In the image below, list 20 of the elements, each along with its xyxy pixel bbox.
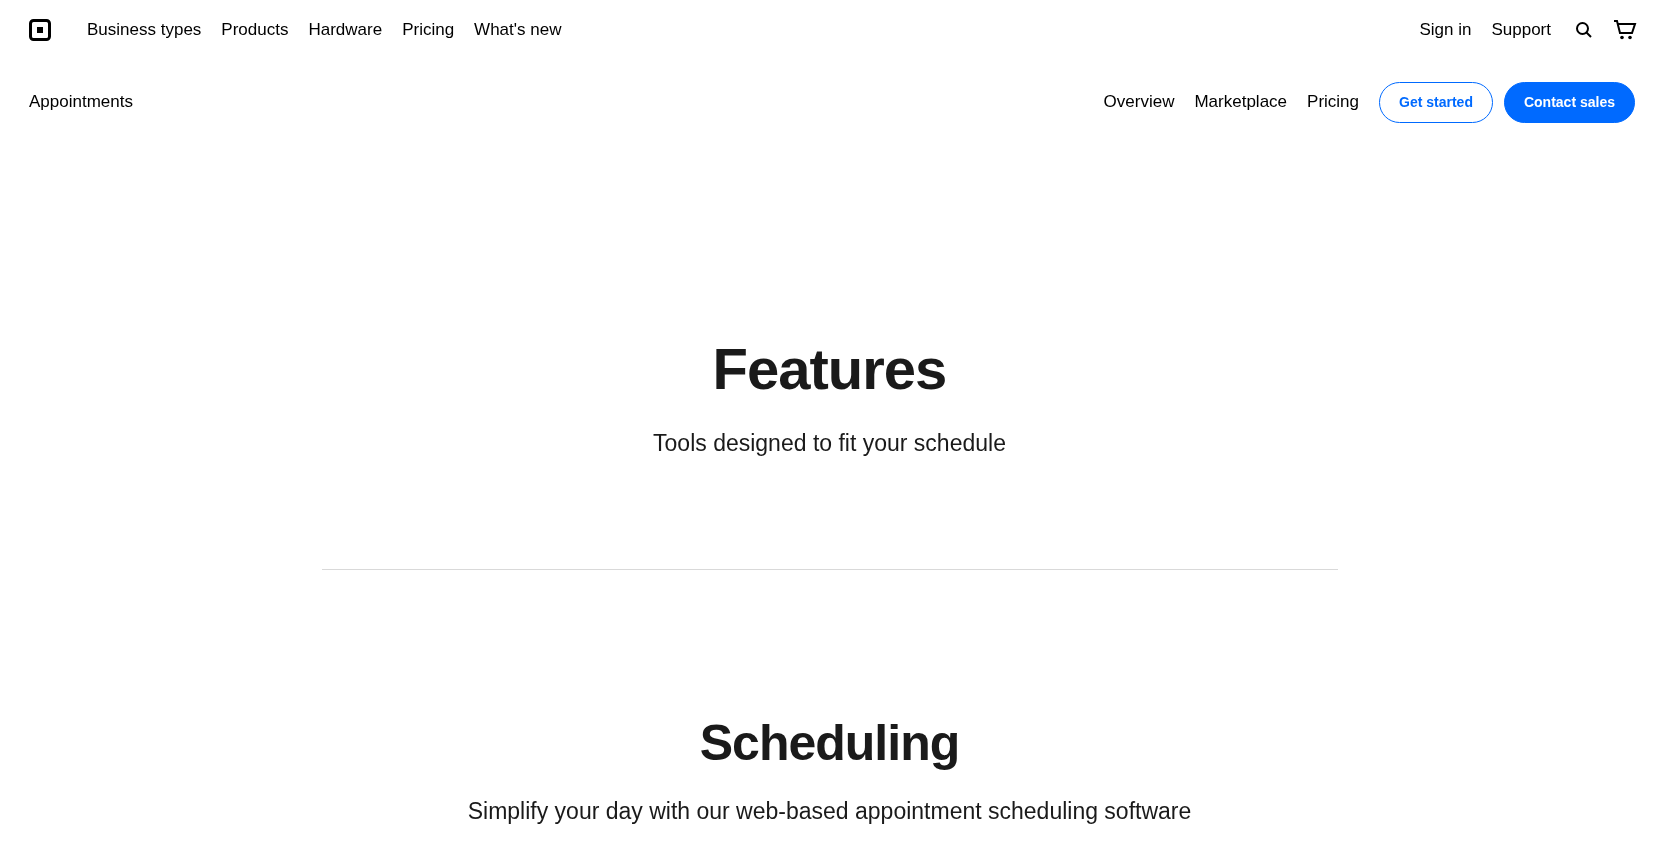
get-started-button[interactable]: Get started [1379,81,1493,123]
section-title: Appointments [29,91,133,114]
nav-link[interactable]: Support [1491,17,1551,43]
cart-icon[interactable] [1613,19,1637,41]
section-subheading: Simplify your day with our web-based appointment scheduling software [467,796,1192,826]
nav-link[interactable]: Hardware [308,17,383,43]
nav-link[interactable]: Pricing [402,17,455,43]
nav-link[interactable]: Marketplace [1194,89,1288,115]
nav-link[interactable]: What's new [474,17,562,43]
logo-icon[interactable] [29,19,51,41]
nav-link[interactable]: Overview [1103,89,1175,115]
nav-link[interactable]: Sign in [1419,17,1472,43]
section-subheading: Tools designed to fit your schedule [653,429,1006,458]
nav-link[interactable]: Products [221,17,289,43]
contact-sales-button[interactable]: Contact sales [1503,81,1635,123]
section-heading: Scheduling [699,717,960,768]
section-heading: Features [712,340,947,398]
nav-link[interactable]: Business types [87,17,202,43]
search-icon[interactable] [1575,21,1593,39]
nav-link[interactable]: Pricing [1307,89,1360,115]
